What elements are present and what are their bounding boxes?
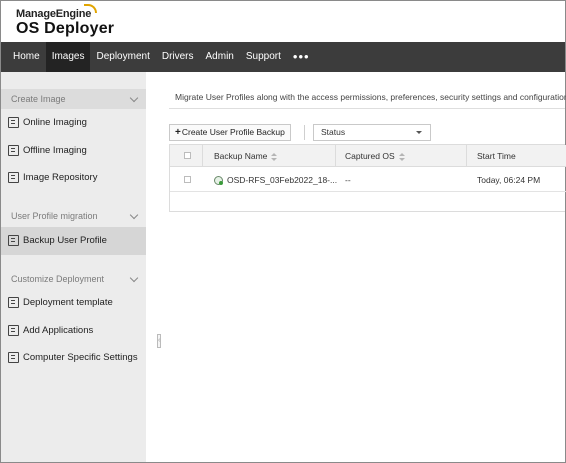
sidebar-item-label: Add Applications	[23, 325, 94, 336]
nav-home[interactable]: Home	[1, 42, 46, 72]
sidebar-collapse-handle[interactable]: ‹	[157, 334, 161, 348]
sidebar: Create Image Online Imaging Offline Imag…	[1, 72, 146, 462]
sidebar-item-label: Image Repository	[23, 172, 98, 183]
sidebar-item-add-applications[interactable]: Add Applications	[1, 318, 146, 344]
sidebar-group-customize-deployment[interactable]: Customize Deployment	[1, 269, 146, 289]
backup-profile-icon	[8, 235, 19, 246]
column-divider	[202, 145, 203, 167]
chevron-down-icon	[129, 273, 139, 283]
column-divider	[335, 145, 336, 167]
sort-icon	[398, 152, 405, 161]
sidebar-item-label: Online Imaging	[23, 117, 87, 128]
sidebar-item-label: Deployment template	[23, 297, 113, 308]
sort-icon	[271, 152, 278, 161]
nav-deployment[interactable]: Deployment	[90, 42, 155, 72]
status-filter-select[interactable]: Status	[313, 124, 431, 141]
sidebar-item-offline-imaging[interactable]: Offline Imaging	[1, 138, 146, 164]
add-applications-icon	[8, 325, 19, 336]
top-navigation: Home Images Deployment Drivers Admin Sup…	[1, 42, 565, 72]
column-label: Start Time	[477, 151, 516, 161]
toolbar-divider	[304, 125, 305, 140]
product-title: OS Deployer	[16, 20, 115, 37]
nav-drivers[interactable]: Drivers	[156, 42, 200, 72]
chevron-down-icon	[129, 210, 139, 220]
backup-table: Backup Name Captured OS Start Time OSD-R…	[169, 144, 566, 212]
select-all-checkbox[interactable]	[184, 152, 191, 159]
status-filter-value: Status	[321, 127, 346, 137]
sidebar-item-label: Offline Imaging	[23, 145, 87, 156]
cell-captured-os: --	[345, 175, 351, 185]
create-user-profile-backup-button[interactable]: +Create User Profile Backup	[169, 124, 291, 141]
sidebar-item-computer-specific-settings[interactable]: Computer Specific Settings	[1, 345, 146, 371]
computer-settings-icon	[8, 352, 19, 363]
cell-backup-name[interactable]: OSD-RFS_03Feb2022_18-...	[227, 168, 337, 192]
column-captured-os[interactable]: Captured OS	[345, 145, 405, 167]
divider	[169, 108, 565, 109]
sidebar-item-deployment-template[interactable]: Deployment template	[1, 290, 146, 316]
sidebar-group-label: Create Image	[11, 94, 66, 104]
logo-arc-icon	[84, 4, 97, 13]
row-checkbox[interactable]	[184, 176, 191, 183]
chevron-down-icon	[129, 93, 139, 103]
sidebar-group-label: Customize Deployment	[11, 274, 105, 284]
column-divider	[466, 145, 467, 167]
sidebar-item-label: Computer Specific Settings	[23, 352, 138, 363]
plus-icon: +	[175, 127, 181, 138]
sidebar-item-label: Backup User Profile	[23, 235, 107, 246]
sidebar-item-online-imaging[interactable]: Online Imaging	[1, 110, 146, 136]
more-menu-icon[interactable]: •••	[287, 42, 316, 72]
column-label: Backup Name	[214, 151, 268, 161]
sidebar-group-user-profile-migration[interactable]: User Profile migration	[1, 206, 146, 226]
caret-down-icon	[416, 131, 422, 134]
nav-admin[interactable]: Admin	[200, 42, 240, 72]
cell-start-time: Today, 06:24 PM	[477, 175, 541, 185]
column-start-time[interactable]: Start Time	[477, 145, 526, 167]
deployment-template-icon	[8, 297, 19, 308]
page-description: Migrate User Profiles along with the acc…	[175, 92, 566, 102]
sidebar-group-label: User Profile migration	[11, 211, 98, 221]
offline-imaging-icon	[8, 145, 19, 156]
sidebar-item-image-repository[interactable]: Image Repository	[1, 165, 146, 191]
online-imaging-icon	[8, 117, 19, 128]
nav-images[interactable]: Images	[45, 42, 91, 72]
app-header: ManageEngine OS Deployer	[1, 1, 565, 42]
company-logo: ManageEngine	[16, 8, 92, 20]
column-label: Captured OS	[345, 151, 395, 161]
button-label: Create User Profile Backup	[181, 127, 285, 137]
backup-status-icon	[214, 176, 223, 185]
sidebar-item-backup-user-profile[interactable]: Backup User Profile	[1, 227, 146, 255]
sidebar-group-create-image[interactable]: Create Image	[1, 89, 146, 109]
table-row[interactable]: OSD-RFS_03Feb2022_18-... -- Today, 06:24…	[170, 168, 566, 192]
nav-support[interactable]: Support	[240, 42, 287, 72]
column-backup-name[interactable]: Backup Name	[214, 145, 278, 167]
image-repository-icon	[8, 172, 19, 183]
table-header: Backup Name Captured OS Start Time	[170, 145, 566, 167]
